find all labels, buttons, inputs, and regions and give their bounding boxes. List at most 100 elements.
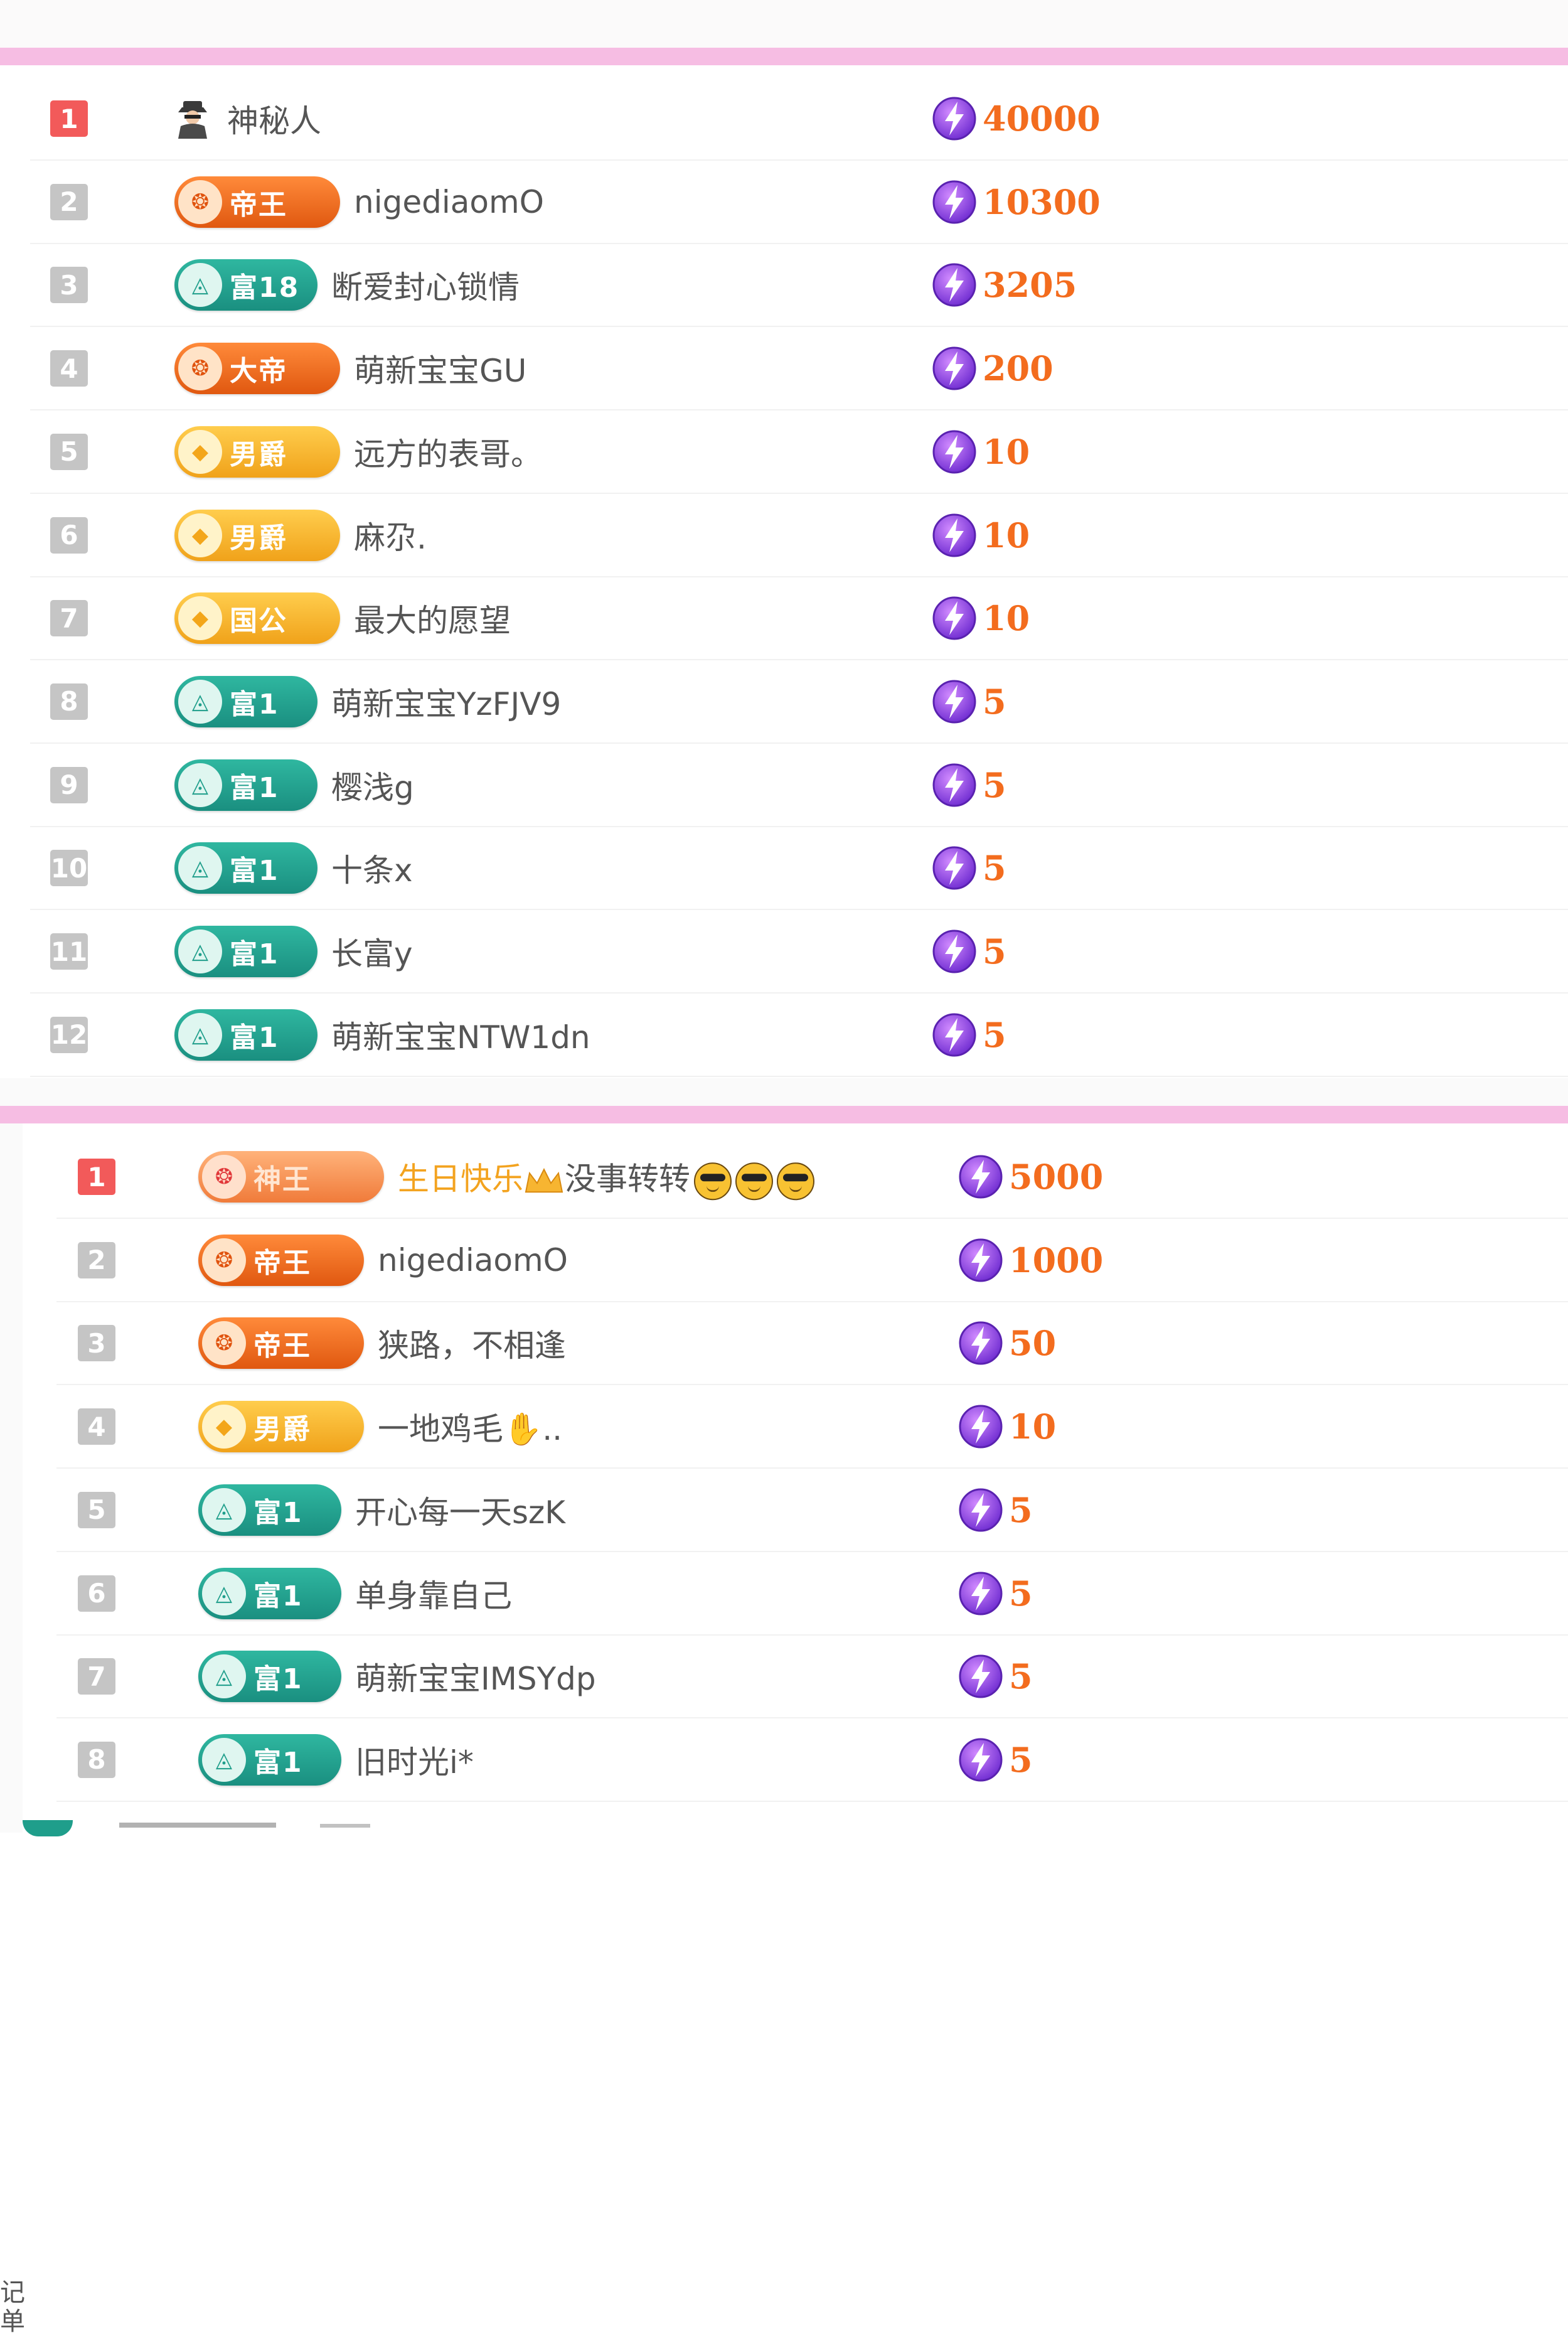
badge-label: 富1 bbox=[230, 688, 279, 721]
leaderboard-row[interactable]: 6 ◬ 富1 单身靠自己 5 bbox=[56, 1553, 1568, 1636]
username[interactable]: 萌新宝宝IMSYdp bbox=[355, 1654, 596, 1699]
lightning-coin-icon bbox=[957, 1320, 1004, 1366]
leaderboard-row[interactable]: 4 ❂ 大帝 萌新宝宝GU 200 bbox=[30, 328, 1568, 411]
lightning-coin-icon bbox=[957, 1653, 1004, 1700]
username[interactable]: 断爱封心锁情 bbox=[331, 262, 520, 308]
leaderboard-row[interactable]: 6 ◆ 男爵 麻尕. 10 bbox=[30, 495, 1568, 577]
section-divider-top bbox=[0, 48, 1568, 65]
username[interactable]: 旧时光i* bbox=[355, 1737, 474, 1782]
username[interactable]: 单身靠自己 bbox=[355, 1571, 512, 1616]
leaderboard-row[interactable]: 8 ◬ 富1 萌新宝宝YzFJV9 5 bbox=[30, 661, 1568, 744]
rank-badge: ◬ 富18 bbox=[174, 259, 317, 311]
contribution-amount: 1000 bbox=[1009, 1240, 1104, 1280]
username[interactable]: 狭路，不相逢 bbox=[378, 1321, 566, 1366]
leaderboard-row[interactable]: 8 ◬ 富1 旧时光i* 5 bbox=[56, 1719, 1568, 1802]
lightning-coin-icon bbox=[931, 928, 978, 975]
rank-badge: ◬ 富1 bbox=[198, 1733, 341, 1786]
leaderboard-row[interactable]: 7 ◆ 国公 最大的愿望 10 bbox=[30, 577, 1568, 661]
badge-label: 神王 bbox=[253, 1164, 311, 1196]
rank-number: 8 bbox=[78, 1741, 115, 1778]
username[interactable]: 麻尕. bbox=[354, 513, 427, 558]
badge-label: 富1 bbox=[230, 855, 279, 887]
leaderboard-row[interactable]: 12 ◬ 富1 萌新宝宝NTW1dn 5 bbox=[30, 994, 1568, 1077]
rank-number: 1 bbox=[50, 100, 88, 137]
leaderboard-row[interactable]: 3 ❂ 帝王 狭路，不相逢 50 bbox=[56, 1302, 1568, 1386]
badge-label: 帝王 bbox=[230, 188, 287, 221]
rank-number: 7 bbox=[78, 1658, 115, 1695]
lightning-coin-icon bbox=[931, 762, 978, 808]
rank-number: 6 bbox=[50, 517, 88, 554]
rank-number: 12 bbox=[50, 1016, 88, 1053]
badge-medal-icon: ❂ bbox=[178, 179, 222, 224]
badge-medal-icon: ◬ bbox=[178, 763, 222, 807]
badge-label: 男爵 bbox=[230, 522, 287, 554]
badge-label: 富1 bbox=[230, 938, 279, 970]
username[interactable]: nigediaomO bbox=[378, 1242, 568, 1278]
leaderboard-row[interactable]: 5 ◬ 富1 开心每一天szK 5 bbox=[56, 1469, 1568, 1552]
username[interactable]: 最大的愿望 bbox=[354, 596, 511, 641]
rank-number: 3 bbox=[50, 267, 88, 304]
username[interactable]: 萌新宝宝YzFJV9 bbox=[331, 679, 561, 724]
leaderboard-row[interactable]: 10 ◬ 富1 十条x 5 bbox=[30, 827, 1568, 911]
badge-label: 帝王 bbox=[253, 1246, 311, 1279]
top-band bbox=[0, 0, 1568, 48]
rank-number: 2 bbox=[78, 1241, 115, 1278]
username[interactable]: 萌新宝宝GU bbox=[354, 346, 526, 391]
leaderboard-row[interactable]: 3 ◬ 富18 断爱封心锁情 3205 bbox=[30, 244, 1568, 328]
lightning-coin-icon bbox=[931, 345, 978, 392]
username[interactable]: 远方的表哥。 bbox=[354, 429, 542, 474]
contribution-amount: 5 bbox=[1009, 1489, 1033, 1530]
username[interactable]: 神秘人 bbox=[227, 96, 321, 141]
username[interactable]: 长富y bbox=[331, 929, 413, 974]
rank-badge: ❂ 帝王 bbox=[198, 1317, 364, 1369]
lightning-coin-icon bbox=[931, 179, 978, 225]
leaderboard-row[interactable]: 11 ◬ 富1 长富y 5 bbox=[30, 911, 1568, 994]
rank-badge: ❂ 神王 bbox=[198, 1151, 384, 1203]
rank-number: 7 bbox=[50, 600, 88, 637]
contribution-amount: 10 bbox=[983, 431, 1030, 472]
rank-badge: ◆ 男爵 bbox=[174, 509, 340, 561]
badge-medal-icon: ◬ bbox=[202, 1487, 246, 1532]
sunglasses-emoji-icon bbox=[694, 1162, 732, 1200]
sunglasses-emoji-icon bbox=[735, 1162, 773, 1200]
badge-label: 富1 bbox=[230, 771, 279, 804]
rank-badge: ◬ 富1 bbox=[174, 1009, 317, 1061]
contribution-amount: 10 bbox=[983, 515, 1030, 555]
badge-medal-icon: ❂ bbox=[178, 346, 222, 391]
lightning-coin-icon bbox=[931, 95, 978, 142]
badge-label: 富1 bbox=[253, 1496, 303, 1529]
lightning-coin-icon bbox=[957, 1154, 1004, 1200]
rank-number: 4 bbox=[78, 1408, 115, 1445]
rank-badge: ◬ 富1 bbox=[198, 1651, 341, 1703]
leaderboard-row[interactable]: 4 ◆ 男爵 一地鸡毛✋.. 10 bbox=[56, 1386, 1568, 1469]
username[interactable]: 开心每一天szK bbox=[355, 1487, 565, 1533]
username[interactable]: nigediaomO bbox=[354, 184, 544, 220]
lightning-coin-icon bbox=[931, 262, 978, 308]
rank-number: 9 bbox=[50, 766, 88, 803]
username[interactable]: 一地鸡毛✋.. bbox=[378, 1404, 562, 1449]
rank-badge: ❂ 帝王 bbox=[174, 176, 340, 228]
leaderboard-row[interactable]: 9 ◬ 富1 樱浅g 5 bbox=[30, 744, 1568, 827]
leaderboard-row[interactable]: 2 ❂ 帝王 nigediaomO 1000 bbox=[56, 1219, 1568, 1302]
section-divider-middle bbox=[0, 1106, 1568, 1123]
badge-medal-icon: ◬ bbox=[202, 1571, 246, 1615]
username[interactable]: 生日快乐 没事转转 bbox=[398, 1154, 814, 1200]
side-tab[interactable]: 记 单 bbox=[0, 1123, 25, 2336]
leaderboard-row[interactable]: 5 ◆ 男爵 远方的表哥。 10 bbox=[30, 411, 1568, 494]
leaderboard-row[interactable]: 2 ❂ 帝王 nigediaomO 10300 bbox=[30, 161, 1568, 244]
badge-label: 男爵 bbox=[230, 438, 287, 471]
username[interactable]: 十条x bbox=[331, 845, 413, 891]
badge-label: 大帝 bbox=[230, 355, 287, 388]
badge-medal-icon: ◬ bbox=[178, 679, 222, 724]
username[interactable]: 萌新宝宝NTW1dn bbox=[331, 1012, 590, 1058]
badge-medal-icon: ◬ bbox=[202, 1737, 246, 1782]
rank-badge: ◬ 富1 bbox=[174, 759, 317, 811]
leaderboard-row[interactable]: 1 ❂ 神王 生日快乐 没事转转 5000 bbox=[56, 1136, 1568, 1219]
rank-badge: ◬ 富1 bbox=[174, 675, 317, 727]
contribution-amount: 5 bbox=[1009, 1573, 1033, 1614]
username[interactable]: 樱浅g bbox=[331, 763, 414, 808]
lightning-coin-icon bbox=[931, 1012, 978, 1058]
badge-label: 男爵 bbox=[253, 1413, 311, 1446]
leaderboard-row[interactable]: 7 ◬ 富1 萌新宝宝IMSYdp 5 bbox=[56, 1636, 1568, 1719]
leaderboard-row[interactable]: 1 神秘人 40000 bbox=[30, 78, 1568, 161]
